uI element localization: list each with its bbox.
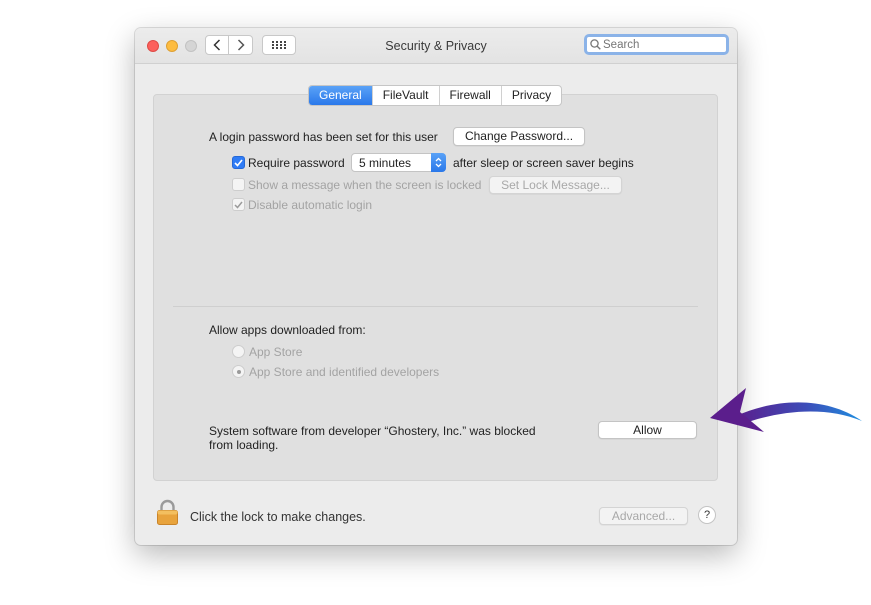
require-password-delay-popup[interactable]: 5 minutes [351,153,446,172]
radio-app-store-label: App Store [249,345,303,359]
show-message-checkbox[interactable] [232,178,245,191]
blocked-software-text: System software from developer “Ghostery… [209,424,536,438]
disable-auto-login-label: Disable automatic login [248,198,373,212]
radio-app-store[interactable] [232,345,245,358]
blocked-software-text-line2: from loading. [209,438,279,452]
set-lock-message-button[interactable]: Set Lock Message... [489,176,622,194]
security-privacy-window: Security & Privacy General FileVault Fir… [135,28,737,545]
arrow-annotation [710,388,862,432]
section-divider [173,306,698,307]
require-password-delay-value: 5 minutes [359,156,412,170]
allow-apps-heading: Allow apps downloaded from: [209,323,366,337]
allow-button[interactable]: Allow [598,421,697,439]
search-icon [590,39,601,50]
up-down-chevron-icon [435,157,442,168]
radio-selected-dot [236,369,241,374]
tab-bar: General FileVault Firewall Privacy [308,85,563,106]
lock-text: Click the lock to make changes. [190,510,366,524]
popup-stepper[interactable] [431,153,446,172]
change-password-button[interactable]: Change Password... [453,127,585,146]
tab-privacy[interactable]: Privacy [500,86,561,105]
require-password-checkbox[interactable] [232,156,245,169]
radio-app-store-identified-label: App Store and identified developers [249,365,440,379]
advanced-button[interactable]: Advanced... [599,507,688,525]
radio-app-store-identified[interactable] [232,365,245,378]
after-sleep-text: after sleep or screen saver begins [453,156,634,170]
show-message-label: Show a message when the screen is locked [248,178,482,192]
search-field[interactable] [584,34,729,55]
require-password-label: Require password [248,156,345,170]
checkmark-icon [234,158,243,167]
disable-auto-login-checkbox[interactable] [232,198,245,211]
title-bar: Security & Privacy [135,28,737,64]
login-password-text: A login password has been set for this u… [209,130,438,144]
tab-firewall[interactable]: Firewall [438,86,501,105]
lock-icon[interactable] [156,499,179,526]
help-button[interactable]: ? [698,506,716,524]
checkmark-icon [234,201,243,209]
search-input[interactable] [603,37,723,52]
tab-general[interactable]: General [309,86,372,105]
tab-filevault[interactable]: FileVault [371,86,439,105]
